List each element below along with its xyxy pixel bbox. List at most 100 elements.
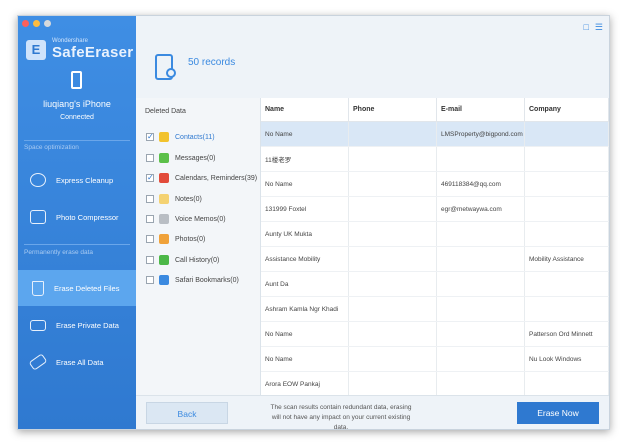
category-item[interactable]: Safari Bookmarks(0) [146,273,239,287]
table-cell [524,221,609,247]
table-cell: Assistance Mobility [261,246,349,272]
table-cell [524,146,609,172]
category-icon [159,234,169,244]
feedback-icon[interactable]: □ [583,22,588,33]
category-item[interactable]: Voice Memos(0) [146,212,226,226]
table-cell [436,221,525,247]
category-checkbox[interactable]: ✓ [146,174,154,182]
section-label-permanently-erase: Permanently erase data [24,249,94,256]
table-row[interactable]: Aunty UK Mukta [261,221,609,247]
table-cell: No Name [261,171,349,197]
table-cell: Aunt Da [261,271,349,297]
sidebar-divider [24,140,130,141]
table-cell: egr@metwaywa.com [436,196,525,222]
deleted-data-title: Deleted Data [145,108,186,115]
app-window: E Wondershare SafeEraser liuqiang's iPho… [17,15,610,430]
category-label: Safari Bookmarks(0) [175,276,239,284]
sidebar-item-erase-private-data[interactable]: Erase Private Data [18,307,136,343]
table-cell [348,196,437,222]
category-checkbox[interactable]: ✓ [146,133,154,141]
category-checkbox[interactable] [146,154,154,162]
brand-logo: E Wondershare SafeEraser [26,38,133,61]
table-row[interactable]: Assistance Mobility Mobility Assistance [261,246,609,272]
category-label: Notes(0) [175,195,202,203]
table-cell: No Name [261,321,349,347]
table-cell [436,321,525,347]
category-item[interactable]: Photos(0) [146,232,205,246]
table-cell [524,196,609,222]
column-header-company[interactable]: Company [524,98,609,122]
category-item[interactable]: Messages(0) [146,151,215,165]
document-icon [30,319,46,331]
column-header-phone[interactable]: Phone [348,98,437,122]
table-cell: Nu Look Windows [524,346,609,372]
photo-icon [30,210,46,224]
table-cell [348,296,437,322]
category-checkbox[interactable] [146,215,154,223]
table-cell [348,271,437,297]
redundant-data-notice: The scan results contain redundant data,… [270,404,412,430]
category-item[interactable]: ✓ Calendars, Reminders(39) [146,171,257,185]
category-label: Messages(0) [175,154,216,162]
table-cell [348,146,437,172]
category-checkbox[interactable] [146,195,154,203]
category-icon [159,173,169,183]
category-icon [159,255,169,265]
category-item[interactable]: Call History(0) [146,253,219,267]
trash-icon [32,280,44,296]
category-icon [159,214,169,224]
table-cell: Ashram Kamla Ngr Khadi [261,296,349,322]
table-row[interactable]: No Name Nu Look Windows [261,346,609,372]
title-bar-icons: □ ☰ [583,22,603,33]
contacts-table: Name Phone E-mail Company No Name LMSProp… [261,98,609,395]
table-cell: Mobility Assistance [524,246,609,272]
table-cell [348,171,437,197]
category-checkbox[interactable] [146,276,154,284]
table-cell [348,346,437,372]
column-header-name[interactable]: Name [261,98,349,122]
sidebar-item-label: Erase Deleted Files [54,283,120,293]
table-row[interactable]: Aunt Da [261,271,609,297]
table-cell [524,171,609,197]
table-row[interactable]: 131999 Foxtel egr@metwaywa.com [261,196,609,222]
table-cell: Patterson Ord Minnett [524,321,609,347]
table-row[interactable]: Arora EOW Pankaj [261,371,609,395]
sidebar-item-photo-compressor[interactable]: Photo Compressor [18,199,136,235]
zoom-window-button[interactable] [44,20,51,27]
table-row[interactable]: Ashram Kamla Ngr Khadi [261,296,609,322]
device-name: liuqiang's iPhone [43,99,111,109]
safeeraser-logo-icon: E [26,39,46,60]
device-status: Connected [60,114,94,121]
category-label: Contacts(11) [175,133,215,141]
table-row[interactable]: No Name Patterson Ord Minnett [261,321,609,347]
sidebar-item-erase-all-data[interactable]: Erase All Data [18,344,136,380]
category-checkbox[interactable] [146,235,154,243]
close-window-button[interactable] [22,20,29,27]
table-cell: No Name [261,121,349,147]
sidebar-item-label: Erase Private Data [56,320,119,330]
category-label: Voice Memos(0) [175,215,226,223]
sidebar-item-label: Erase All Data [56,357,104,367]
table-header-row: Name Phone E-mail Company [261,98,609,122]
table-cell: 469118384@qq.com [436,171,525,197]
menu-icon[interactable]: ☰ [595,22,603,33]
category-item[interactable]: Notes(0) [146,192,202,206]
table-cell [348,371,437,395]
erase-now-button[interactable]: Erase Now [517,402,599,424]
brand-name: SafeEraser [52,44,134,61]
category-checkbox[interactable] [146,256,154,264]
table-row[interactable]: No Name 469118384@qq.com [261,171,609,197]
sidebar-item-erase-deleted-files[interactable]: Erase Deleted Files [18,270,136,306]
column-header-email[interactable]: E-mail [436,98,525,122]
table-row[interactable]: No Name LMSProperty@bigpond.com [261,121,609,147]
table-cell: 131999 Foxtel [261,196,349,222]
table-cell: 11楼老罗 [261,146,349,172]
table-row[interactable]: 11楼老罗 [261,146,609,172]
sidebar-item-label: Express Cleanup [56,175,114,185]
table-cell [436,296,525,322]
back-button[interactable]: Back [146,402,228,424]
category-item[interactable]: ✓ Contacts(11) [146,130,215,144]
sidebar-item-express-cleanup[interactable]: Express Cleanup [18,162,136,198]
minimize-window-button[interactable] [33,20,40,27]
table-cell: Aunty UK Mukta [261,221,349,247]
